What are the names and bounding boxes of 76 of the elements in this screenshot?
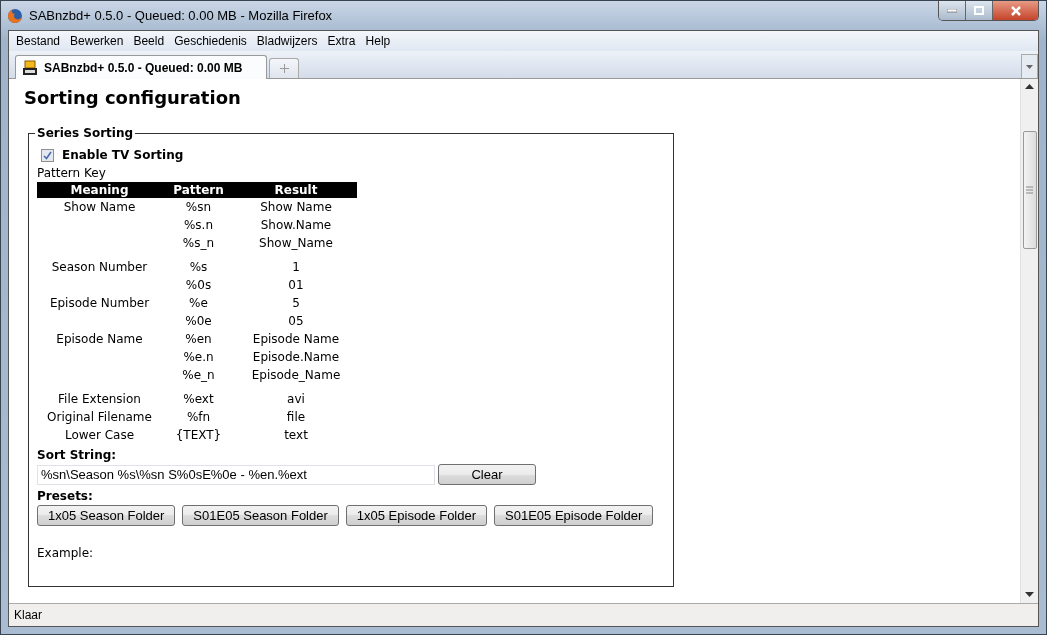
example-label: Example:	[37, 546, 95, 562]
table-cell: avi	[287, 392, 305, 406]
sort-string-field[interactable]: %sn\Season %s\%sn S%0sE%0e - %en.%ext	[37, 464, 435, 485]
maximize-button[interactable]	[966, 1, 993, 20]
page-heading: Sorting configuration	[24, 87, 242, 108]
minimize-button[interactable]	[939, 1, 966, 20]
table-cell: {TEXT}	[175, 428, 222, 442]
table-cell: %fn	[186, 410, 211, 424]
table-cell: File Extension	[58, 392, 141, 406]
table-cell: Original Filename	[47, 410, 152, 424]
table-cell: %e.n	[183, 350, 214, 364]
menu-item[interactable]: Help	[360, 34, 396, 48]
column-header: Result	[235, 182, 357, 198]
menu-item[interactable]: Bladwijzers	[251, 34, 323, 48]
table-cell: %s	[189, 260, 208, 274]
table-cell: Show_Name	[259, 236, 333, 250]
preset-button[interactable]: 1x05 Episode Folder	[345, 505, 488, 526]
scroll-down-icon[interactable]	[1025, 592, 1034, 598]
menu-item[interactable]: Beeld	[128, 34, 170, 48]
preset-button[interactable]: 1x05 Season Folder	[37, 505, 176, 526]
close-button[interactable]	[993, 1, 1038, 20]
table-cell: %0s	[185, 278, 212, 292]
clear-button[interactable]: Clear	[438, 464, 536, 485]
table-cell: 05	[288, 314, 304, 328]
checkbox[interactable]	[41, 148, 54, 162]
presets-label: Presets:	[37, 488, 94, 505]
menu-item[interactable]: Extra	[322, 34, 361, 48]
preset-button[interactable]: S01E05 Episode Folder	[494, 505, 654, 526]
checkbox-label: Enable TV Sorting	[62, 148, 184, 162]
table-cell: Lower Case	[64, 428, 135, 442]
tab-list-button[interactable]	[1021, 54, 1038, 78]
menu-item[interactable]: Bestand	[11, 34, 66, 48]
table-cell: %s_n	[182, 236, 215, 250]
minimize-icon	[947, 8, 957, 13]
table-cell: Episode.Name	[252, 350, 340, 364]
table-cell: 5	[292, 296, 300, 310]
scroll-up-icon[interactable]	[1025, 84, 1034, 90]
table-cell: %en	[185, 332, 212, 346]
close-icon	[1009, 5, 1022, 16]
table-cell: Episode_Name	[251, 368, 341, 382]
browser-logo-icon	[7, 7, 23, 24]
browser-tab[interactable]: SABnzbd+ 0.5.0 - Queued: 0.00 MB	[15, 55, 268, 79]
table-cell: Episode Name	[252, 332, 340, 346]
table-cell: 1	[292, 260, 300, 274]
table-cell: %e_n	[182, 368, 215, 382]
table-cell: %s.n	[183, 218, 214, 232]
table-cell: Episode Name	[56, 332, 143, 346]
table-cell: %0e	[185, 314, 212, 328]
table-cell: %e	[189, 296, 208, 310]
status-text: Klaar	[9, 603, 1038, 626]
menu-item[interactable]: Bewerken	[65, 34, 129, 48]
column-header: Pattern	[162, 182, 235, 198]
table-cell: %sn	[185, 200, 212, 214]
plus-icon	[279, 64, 289, 73]
menu-item[interactable]: Geschiedenis	[169, 34, 252, 48]
table-cell: Episode Number	[49, 296, 150, 310]
caret-down-icon	[1026, 64, 1033, 69]
table-cell: Show Name	[63, 200, 136, 214]
sort-string-label: Sort String:	[37, 447, 118, 464]
maximize-icon	[974, 6, 984, 15]
window-title: SABnzbd+ 0.5.0 - Queued: 0.00 MB - Mozilla Firefox	[29, 8, 333, 23]
pattern-key-label: Pattern Key	[37, 165, 107, 182]
grip-icon	[1026, 186, 1033, 194]
table-cell: 01	[288, 278, 304, 292]
table-cell: Show.Name	[260, 218, 332, 232]
panel-legend: Series Sorting	[35, 126, 136, 140]
preset-button[interactable]: S01E05 Season Folder	[182, 505, 339, 526]
table-cell: %ext	[183, 392, 214, 406]
app-favicon-icon	[22, 59, 38, 76]
table-cell: text	[284, 428, 308, 442]
column-header: Meaning	[37, 182, 162, 198]
scroll-thumb[interactable]	[1022, 131, 1037, 249]
new-tab-button[interactable]	[269, 58, 300, 78]
table-cell: Show Name	[260, 200, 332, 214]
table-cell: file	[286, 410, 306, 424]
table-cell: Season Number	[51, 260, 148, 274]
